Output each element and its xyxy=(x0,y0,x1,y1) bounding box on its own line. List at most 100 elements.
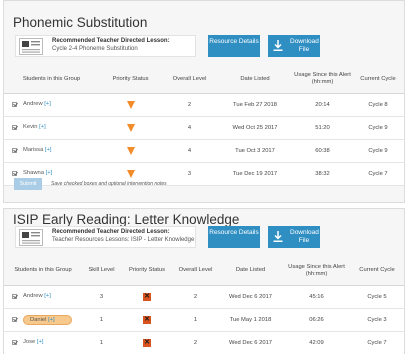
download-icon xyxy=(273,231,283,242)
letter-knowledge-panel: ISIP Early Reading: Letter Knowledge Rec… xyxy=(3,208,405,354)
student-name-link[interactable]: Daniel [+] xyxy=(23,314,72,325)
usage-cell: 60:38 xyxy=(293,139,352,163)
section-title: ISIP Early Reading: Letter Knowledge xyxy=(13,212,240,227)
overall-level-cell: 2 xyxy=(173,285,218,309)
priority-status-cell: ✕ xyxy=(121,285,173,309)
warning-triangle-icon xyxy=(126,146,135,155)
download-file-button[interactable]: Download File xyxy=(268,35,320,57)
column-header[interactable]: Skill Level xyxy=(82,257,121,286)
priority-status-cell: ✕ xyxy=(121,308,173,332)
date-listed-cell: Wed Dec 6 2017 xyxy=(218,285,283,309)
submit-button[interactable]: Submit xyxy=(14,178,42,190)
current-cycle-cell: Cycle 7 xyxy=(350,331,404,354)
section-title: Phonemic Substitution xyxy=(13,15,148,30)
student-cell: Andrew [+] xyxy=(4,93,99,117)
student-cell: Marissa [+] xyxy=(4,139,99,163)
overall-level-cell: 2 xyxy=(173,331,218,354)
overall-level-cell: 4 xyxy=(162,116,217,140)
priority-status-cell: ✕ xyxy=(121,331,173,354)
download-file-label: Download File xyxy=(290,229,319,244)
warning-triangle-icon xyxy=(126,100,135,109)
row-checkbox[interactable] xyxy=(12,147,17,153)
student-name-link[interactable]: Andrew [+] xyxy=(23,101,51,107)
lesson-subtitle: Cycle 2-4 Phoneme Substitution xyxy=(52,46,138,52)
row-checkbox[interactable] xyxy=(12,293,17,299)
skill-level-cell: 3 xyxy=(82,285,121,309)
row-checkbox[interactable] xyxy=(12,101,17,107)
table-row: Andrew [+] 2 Tue Feb 27 2018 20:14 Cycle… xyxy=(4,93,404,117)
resource-details-button[interactable]: Resource Details xyxy=(208,35,260,57)
student-name-link[interactable]: Kevin [+] xyxy=(23,124,46,130)
student-name-link[interactable]: Jose [+] xyxy=(23,339,43,345)
usage-cell: 20:14 xyxy=(293,93,352,117)
download-file-button[interactable]: Download File xyxy=(268,226,320,248)
priority-status-cell xyxy=(99,139,162,163)
row-checkbox[interactable] xyxy=(12,339,17,345)
column-header[interactable]: Date Listed xyxy=(218,257,283,286)
student-cell: Daniel [+] xyxy=(4,308,82,332)
column-header[interactable]: Priority Status xyxy=(99,66,162,94)
usage-cell: 42:09 xyxy=(283,331,350,354)
current-cycle-cell: Cycle 3 xyxy=(350,308,404,332)
student-cell: Andrew [+] xyxy=(4,285,82,309)
priority-status-cell xyxy=(99,116,162,140)
skill-level-cell: 1 xyxy=(82,331,121,354)
student-name-link[interactable]: Shawna [+] xyxy=(23,170,52,176)
current-cycle-cell: Cycle 8 xyxy=(352,93,404,117)
table-header-row: Students in this Group Priority Status O… xyxy=(4,66,404,94)
table-header-row: Students in this Group Skill Level Prior… xyxy=(4,257,404,286)
overall-level-cell: 2 xyxy=(162,93,217,117)
lesson-heading: Recommended Teacher Directed Lesson: xyxy=(52,229,170,235)
row-checkbox[interactable] xyxy=(12,170,17,176)
critical-x-icon: ✕ xyxy=(143,338,151,347)
download-icon xyxy=(273,40,283,51)
critical-x-icon: ✕ xyxy=(143,292,151,301)
current-cycle-cell: Cycle 9 xyxy=(352,139,404,163)
table-row: Daniel [+] 1 ✕ 1 Tue May 1 2018 06:26 Cy… xyxy=(4,308,404,332)
skill-level-cell: 1 xyxy=(82,308,121,332)
column-header[interactable]: Overall Level xyxy=(173,257,218,286)
phonemic-substitution-panel: Phonemic Substitution Recommended Teache… xyxy=(3,0,405,203)
lesson-document-icon xyxy=(19,229,43,246)
column-header[interactable]: Overall Level xyxy=(162,66,217,94)
row-checkbox[interactable] xyxy=(12,124,17,130)
column-header[interactable]: Usage Since this Alert (hh:mm) xyxy=(293,66,352,94)
lesson-heading: Recommended Teacher Directed Lesson: xyxy=(52,38,170,44)
usage-cell: 45:16 xyxy=(283,285,350,309)
priority-status-cell xyxy=(99,93,162,117)
submit-row: Submit Save checked boxes and optional i… xyxy=(4,178,404,190)
submit-note: Save checked boxes and optional interven… xyxy=(51,181,167,187)
table-row: Andrew [+] 3 ✕ 2 Wed Dec 6 2017 45:16 Cy… xyxy=(4,285,404,309)
column-header[interactable]: Usage Since this Alert (hh:mm) xyxy=(283,257,350,286)
table-row: Kevin [+] 4 Wed Oct 25 2017 51:20 Cycle … xyxy=(4,116,404,140)
lesson-document-icon xyxy=(19,38,43,55)
column-header[interactable]: Priority Status xyxy=(121,257,173,286)
overall-level-cell: 1 xyxy=(173,308,218,332)
usage-cell: 06:26 xyxy=(283,308,350,332)
warning-triangle-icon xyxy=(126,123,135,132)
row-checkbox[interactable] xyxy=(12,317,17,322)
column-header[interactable]: Students in this Group xyxy=(4,257,82,286)
date-listed-cell: Tue May 1 2018 xyxy=(218,308,283,332)
student-cell: Jose [+] xyxy=(4,331,82,354)
resource-details-button[interactable]: Resource Details xyxy=(208,226,260,248)
column-header[interactable]: Current Cycle xyxy=(352,66,404,94)
lesson-subtitle: Teacher Resources Lessons: ISIP - Letter… xyxy=(52,237,195,243)
column-header[interactable]: Current Cycle xyxy=(350,257,404,286)
students-table: Students in this Group Priority Status O… xyxy=(4,66,404,186)
recommended-lesson-card: Recommended Teacher Directed Lesson: Cyc… xyxy=(15,35,196,57)
student-name-link[interactable]: Andrew [+] xyxy=(23,293,51,299)
column-header[interactable]: Students in this Group xyxy=(4,66,99,94)
column-header[interactable]: Date Listed xyxy=(217,66,293,94)
recommended-lesson-card: Recommended Teacher Directed Lesson: Tea… xyxy=(15,226,196,248)
download-file-label: Download File xyxy=(290,38,319,53)
student-name-link[interactable]: Marissa [+] xyxy=(23,147,52,153)
table-row: Jose [+] 1 ✕ 2 Wed Dec 6 2017 42:09 Cycl… xyxy=(4,331,404,354)
critical-x-icon: ✕ xyxy=(143,315,151,324)
date-listed-cell: Tue Feb 27 2018 xyxy=(217,93,293,117)
table-row: Marissa [+] 4 Tue Oct 3 2017 60:38 Cycle… xyxy=(4,139,404,163)
date-listed-cell: Tue Oct 3 2017 xyxy=(217,139,293,163)
date-listed-cell: Wed Oct 25 2017 xyxy=(217,116,293,140)
overall-level-cell: 4 xyxy=(162,139,217,163)
student-cell: Kevin [+] xyxy=(4,116,99,140)
